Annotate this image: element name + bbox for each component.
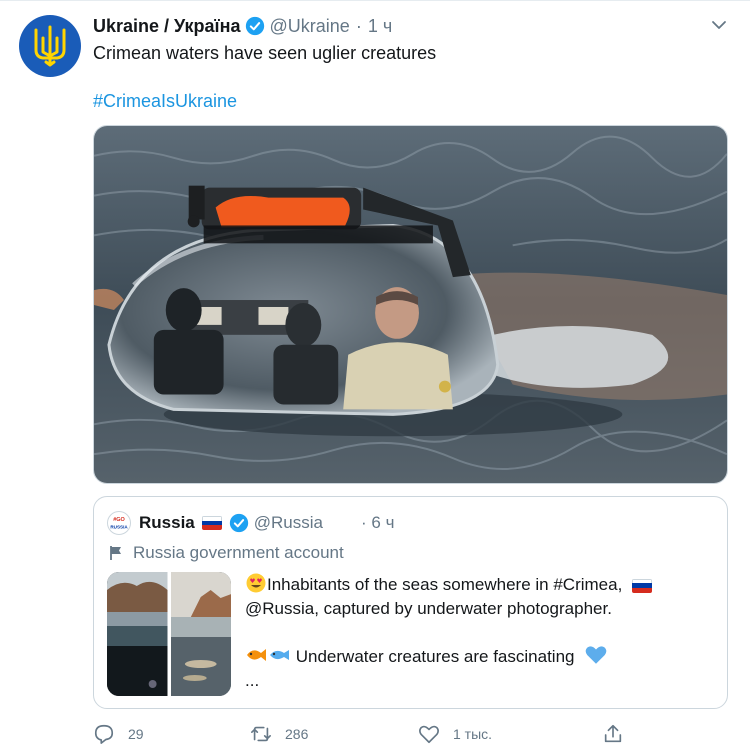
chevron-down-icon[interactable]	[710, 16, 728, 34]
quoted-avatar[interactable]: #GO RUSSIA	[107, 511, 131, 535]
government-account-label: Russia government account	[108, 543, 344, 563]
quoted-media[interactable]	[107, 572, 231, 696]
verified-badge-icon	[229, 513, 248, 533]
quoted-timestamp[interactable]: 6 ч	[371, 513, 394, 532]
retweet-icon	[251, 726, 271, 742]
quoted-line-1: Inhabitants of the seas somewhere in #Cr…	[267, 575, 623, 594]
quoted-ellipsis: ...	[245, 671, 260, 690]
svg-text:#GO: #GO	[113, 517, 125, 523]
go-russia-logo-icon: #GO RUSSIA	[110, 517, 128, 530]
flag-icon	[110, 546, 121, 560]
reply-button[interactable]: 29	[93, 723, 144, 745]
quoted-line-2: @Russia, captured by underwater photogra…	[245, 599, 612, 618]
quoted-timestamp-wrapper: · 6 ч	[361, 513, 394, 533]
tweet-timestamp[interactable]: 1 ч	[368, 16, 392, 37]
heart-icon	[419, 725, 439, 744]
hashtag-link[interactable]: #CrimeaIsUkraine	[93, 91, 237, 112]
profile-avatar[interactable]	[19, 15, 81, 77]
retweet-count: 286	[285, 726, 309, 742]
separator-dot: ·	[360, 513, 367, 532]
tweet-text: Crimean waters have seen uglier creature…	[93, 43, 437, 63]
quoted-author-name[interactable]: Russia	[139, 513, 195, 533]
author-handle[interactable]: @Ukraine	[270, 16, 350, 37]
separator-dot: ·	[355, 15, 362, 36]
quoted-photo-1[interactable]	[107, 572, 168, 696]
ukraine-trident-icon	[34, 25, 66, 67]
quoted-tweet-header: #GO RUSSIA Russia @Russia · 6 ч	[107, 511, 394, 535]
quoted-author-handle[interactable]: @Russia	[254, 513, 323, 533]
tweet[interactable]: Ukraine / Україна @Ukraine · 1 ч Crimean…	[0, 0, 750, 745]
like-count: 1 тыс.	[453, 726, 493, 742]
author-name[interactable]: Ukraine / Україна	[93, 16, 241, 37]
government-label-text: Russia government account	[133, 543, 344, 562]
share-icon	[604, 724, 622, 743]
quoted-tweet[interactable]: #GO RUSSIA Russia @Russia · 6 ч Russia g…	[93, 496, 728, 709]
tweet-actions: 29 286 1 тыс.	[93, 723, 633, 745]
tweet-photo-submersible[interactable]	[93, 125, 728, 484]
quoted-tweet-text: Inhabitants of the seas somewhere in #Cr…	[245, 573, 715, 693]
reply-icon	[94, 724, 114, 744]
fish-emoji-icon	[247, 649, 289, 661]
russia-flag-icon	[201, 516, 222, 530]
retweet-button[interactable]: 286	[250, 723, 308, 745]
reply-count: 29	[128, 726, 144, 742]
share-button[interactable]	[602, 723, 624, 745]
russia-flag-icon	[632, 578, 653, 593]
heart-eyes-emoji-icon	[246, 573, 266, 593]
blue-heart-emoji-icon	[585, 646, 607, 664]
tweet-header: Ukraine / Україна @Ukraine · 1 ч	[93, 14, 392, 38]
svg-text:RUSSIA: RUSSIA	[110, 525, 128, 530]
verified-badge-icon	[245, 16, 264, 36]
quoted-photo-2[interactable]	[170, 572, 232, 696]
quoted-line-3: Underwater creatures are fascinating	[295, 647, 575, 666]
like-button[interactable]: 1 тыс.	[418, 723, 492, 745]
